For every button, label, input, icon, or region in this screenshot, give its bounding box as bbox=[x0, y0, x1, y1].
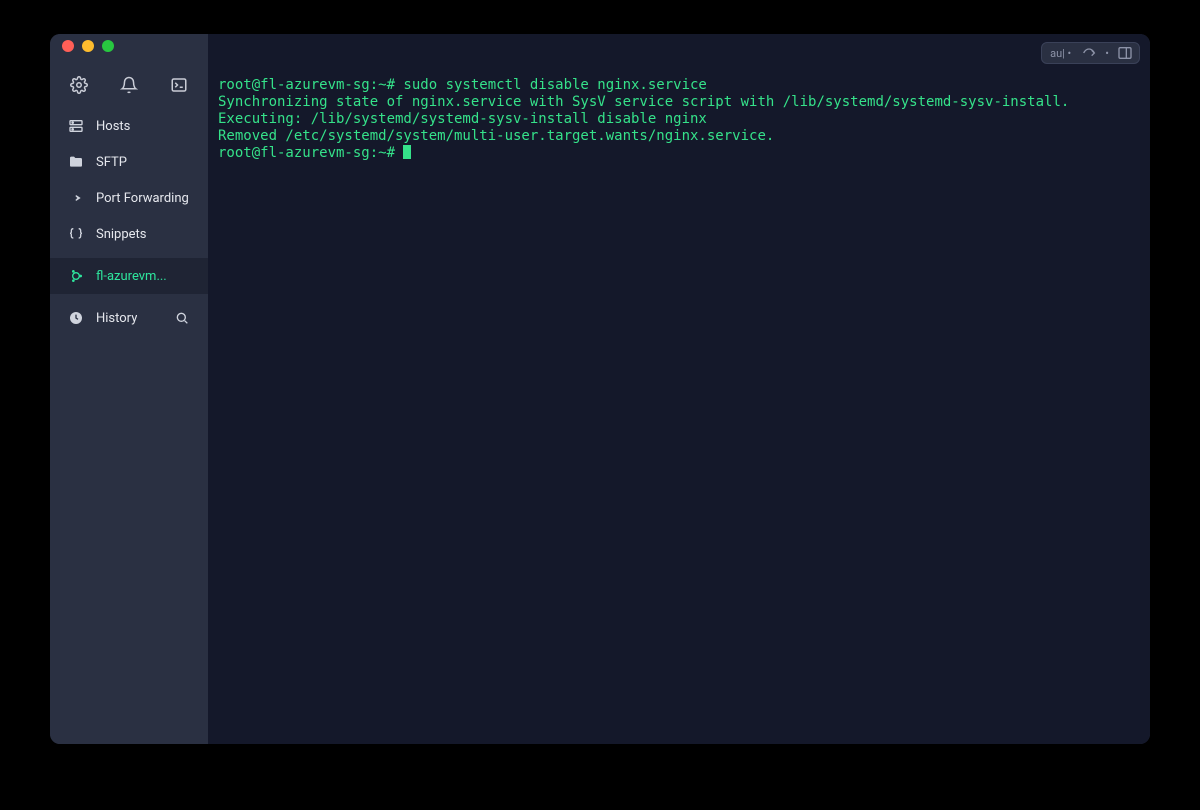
notifications-icon[interactable] bbox=[120, 76, 138, 94]
share-icon[interactable] bbox=[1081, 45, 1097, 61]
sidebar-top-icons bbox=[50, 58, 208, 104]
sidebar-item-port-forwarding[interactable]: Port Forwarding bbox=[50, 180, 208, 216]
search-icon[interactable] bbox=[174, 310, 190, 326]
terminal-line: root@fl-azurevm-sg:~# sudo systemctl dis… bbox=[218, 77, 707, 93]
split-pane-icon[interactable] bbox=[1117, 45, 1133, 61]
braces-icon bbox=[68, 226, 84, 242]
window-controls bbox=[50, 34, 208, 58]
toolbar-dot: • bbox=[1105, 47, 1109, 60]
app-window: Hosts SFTP Port Forwarding Snippets bbox=[50, 34, 1150, 744]
toolbar-mode-label[interactable]: au| • bbox=[1048, 47, 1073, 60]
terminal-output[interactable]: root@fl-azurevm-sg:~# sudo systemctl dis… bbox=[208, 34, 1150, 189]
sidebar-item-snippets[interactable]: Snippets bbox=[50, 216, 208, 252]
sidebar-item-session[interactable]: fl-azurevm... bbox=[50, 258, 208, 294]
sidebar-item-label: History bbox=[96, 311, 137, 326]
sidebar-item-label: Snippets bbox=[96, 227, 147, 242]
sidebar-nav: Hosts SFTP Port Forwarding Snippets bbox=[50, 108, 208, 336]
terminal-line: Removed /etc/systemd/system/multi-user.t… bbox=[218, 128, 774, 144]
terminal-icon[interactable] bbox=[170, 76, 188, 94]
ubuntu-icon bbox=[68, 268, 84, 284]
folder-icon bbox=[68, 154, 84, 170]
server-icon bbox=[68, 118, 84, 134]
settings-icon[interactable] bbox=[70, 76, 88, 94]
sidebar-item-history[interactable]: History bbox=[50, 300, 208, 336]
sidebar-item-label: SFTP bbox=[96, 155, 127, 170]
forward-icon bbox=[68, 190, 84, 206]
maximize-window-button[interactable] bbox=[102, 40, 114, 52]
close-window-button[interactable] bbox=[62, 40, 74, 52]
sidebar-item-hosts[interactable]: Hosts bbox=[50, 108, 208, 144]
terminal-prompt: root@fl-azurevm-sg:~# bbox=[218, 145, 411, 161]
sidebar: Hosts SFTP Port Forwarding Snippets bbox=[50, 34, 208, 744]
terminal-line: Executing: /lib/systemd/systemd-sysv-ins… bbox=[218, 111, 707, 127]
terminal-pane[interactable]: au| • • root@fl-azurevm-sg:~# sudo syste… bbox=[208, 34, 1150, 744]
sidebar-item-label: fl-azurevm... bbox=[96, 269, 167, 284]
clock-icon bbox=[68, 310, 84, 326]
minimize-window-button[interactable] bbox=[82, 40, 94, 52]
sidebar-item-sftp[interactable]: SFTP bbox=[50, 144, 208, 180]
terminal-toolbar: au| • • bbox=[1041, 42, 1140, 64]
sidebar-item-label: Hosts bbox=[96, 119, 130, 134]
terminal-line: Synchronizing state of nginx.service wit… bbox=[218, 94, 1069, 110]
sidebar-item-label: Port Forwarding bbox=[96, 191, 189, 206]
terminal-cursor bbox=[403, 145, 411, 159]
